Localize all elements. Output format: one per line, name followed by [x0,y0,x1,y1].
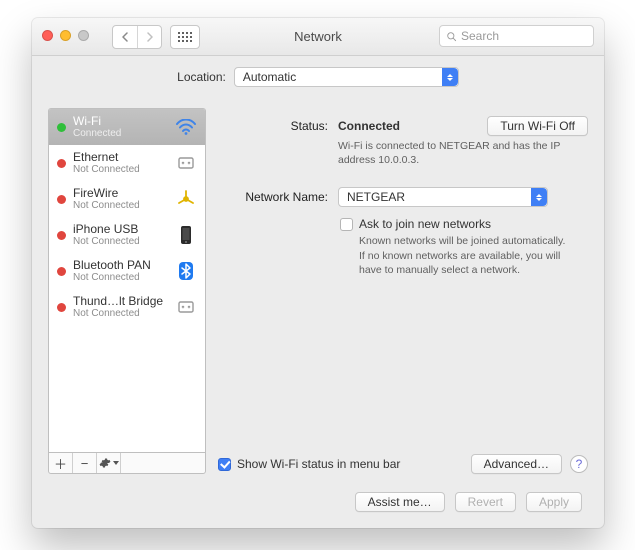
service-name: iPhone USB [73,223,168,236]
back-button[interactable] [113,26,137,48]
service-status: Not Connected [73,200,168,211]
chevron-updown-icon [531,188,547,206]
show-status-checkbox[interactable] [218,458,231,471]
service-status: Not Connected [73,308,168,319]
firewire-icon [175,188,197,210]
search-icon [446,31,457,42]
service-status: Not Connected [73,164,168,175]
status-value: Connected [338,119,400,133]
chevron-updown-icon [442,68,458,86]
sidebar-item-firewire[interactable]: FireWireNot Connected [49,181,205,217]
sidebar-item-wi-fi[interactable]: Wi-FiConnected [49,109,205,145]
chevron-down-icon [113,461,119,465]
location-row: Location: Automatic [32,56,604,98]
main-area: Wi-FiConnectedEthernetNot ConnectedFireW… [48,108,588,474]
ask-join-label: Ask to join new networks [359,217,574,231]
service-name: Bluetooth PAN [73,259,168,272]
show-status-label: Show Wi-Fi status in menu bar [237,457,400,471]
action-menu-button[interactable] [97,453,121,473]
apply-button[interactable]: Apply [526,492,582,512]
status-dot [57,195,66,204]
ask-join-checkbox[interactable] [340,218,353,231]
status-dot [57,267,66,276]
network-prefs-window: Network Search Location: Automatic Wi-Fi… [32,18,604,528]
assist-me-button[interactable]: Assist me… [355,492,445,512]
sidebar-item-bluetooth-pan[interactable]: Bluetooth PANNot Connected [49,253,205,289]
service-status: Connected [73,128,168,139]
window-controls [42,30,89,41]
sidebar-item-ethernet[interactable]: EthernetNot Connected [49,145,205,181]
minimize-button[interactable] [60,30,71,41]
service-sidebar: Wi-FiConnectedEthernetNot ConnectedFireW… [48,108,206,474]
sidebar-toolbar-spacer [121,453,205,473]
forward-button[interactable] [137,26,161,48]
turn-wifi-off-button[interactable]: Turn Wi-Fi Off [487,116,588,136]
add-service-button[interactable]: ＋ [49,453,73,473]
location-popup[interactable]: Automatic [234,67,459,87]
location-value: Automatic [235,70,304,84]
service-name: Wi-Fi [73,115,168,128]
service-name: Thund…lt Bridge [73,295,168,308]
titlebar: Network Search [32,18,604,56]
zoom-button[interactable] [78,30,89,41]
network-name-popup[interactable]: NETGEAR [338,187,548,207]
network-name-value: NETGEAR [339,190,413,204]
pane-bottom-bar: Show Wi-Fi status in menu bar Advanced… … [218,454,588,474]
thunderbolt-icon [175,296,197,318]
service-status: Not Connected [73,272,168,283]
service-name: Ethernet [73,151,168,164]
status-dot [57,231,66,240]
window-footer: Assist me… Revert Apply [32,484,604,528]
location-label: Location: [177,70,226,84]
service-list[interactable]: Wi-FiConnectedEthernetNot ConnectedFireW… [48,108,206,452]
service-name: FireWire [73,187,168,200]
ethernet-icon [175,152,197,174]
gear-icon [99,457,111,469]
sidebar-toolbar: ＋ − [48,452,206,474]
status-dot [57,159,66,168]
nav-back-forward [112,25,162,49]
revert-button[interactable]: Revert [455,492,516,512]
ask-join-description: Known networks will be joined automatica… [359,234,574,277]
sidebar-item-iphone-usb[interactable]: iPhone USBNot Connected [49,217,205,253]
status-dot [57,123,66,132]
status-description: Wi-Fi is connected to NETGEAR and has th… [338,139,568,167]
network-name-label: Network Name: [218,187,338,204]
service-status: Not Connected [73,236,168,247]
remove-service-button[interactable]: − [73,453,97,473]
bluetooth-icon [175,260,197,282]
close-button[interactable] [42,30,53,41]
advanced-button[interactable]: Advanced… [471,454,562,474]
iphone-icon [175,224,197,246]
grid-icon [178,32,192,42]
status-dot [57,303,66,312]
show-all-button[interactable] [170,25,200,49]
status-label: Status: [218,116,338,133]
wifi-icon [175,116,197,138]
sidebar-item-thund-lt-bridge[interactable]: Thund…lt BridgeNot Connected [49,289,205,325]
detail-pane: Status: Connected Turn Wi-Fi Off Wi-Fi i… [218,108,588,474]
search-field[interactable]: Search [439,25,594,47]
search-placeholder: Search [461,29,499,43]
help-button[interactable]: ? [570,455,588,473]
